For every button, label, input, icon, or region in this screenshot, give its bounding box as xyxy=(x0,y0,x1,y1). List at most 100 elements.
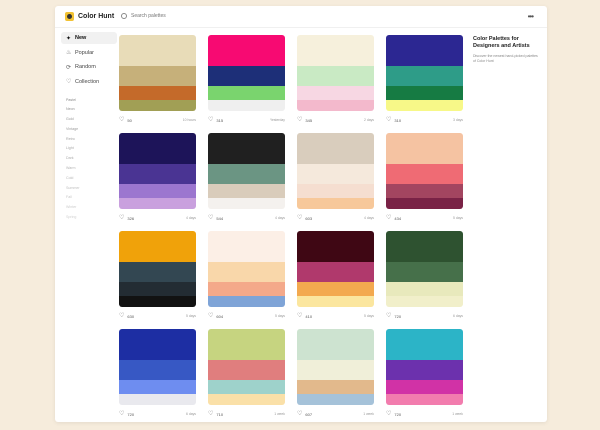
color-swatch[interactable] xyxy=(119,329,196,360)
logo[interactable]: Color Hunt xyxy=(65,12,114,21)
color-swatch[interactable] xyxy=(386,231,463,262)
color-swatch[interactable] xyxy=(297,262,374,282)
tag-link[interactable]: Neon xyxy=(66,105,117,115)
color-swatch[interactable] xyxy=(297,164,374,184)
like-button[interactable]: ♡ 310 xyxy=(386,117,401,123)
sidebar-item-new[interactable]: ✦ New xyxy=(61,32,117,44)
tag-link[interactable]: Warm xyxy=(66,164,117,174)
like-button[interactable]: ♡ 720 xyxy=(119,411,134,417)
color-swatch[interactable] xyxy=(119,184,196,198)
like-button[interactable]: ♡ 710 xyxy=(208,411,223,417)
palette[interactable] xyxy=(119,329,196,405)
color-swatch[interactable] xyxy=(386,66,463,86)
color-swatch[interactable] xyxy=(386,198,463,209)
like-button[interactable]: ♡ 720 xyxy=(386,411,401,417)
color-swatch[interactable] xyxy=(208,86,285,100)
color-swatch[interactable] xyxy=(119,296,196,307)
color-swatch[interactable] xyxy=(208,133,285,164)
color-swatch[interactable] xyxy=(119,86,196,100)
like-button[interactable]: ♡ 720 xyxy=(386,313,401,319)
like-button[interactable]: ♡ 607 xyxy=(297,411,312,417)
palette[interactable] xyxy=(386,35,463,111)
color-swatch[interactable] xyxy=(297,66,374,86)
color-swatch[interactable] xyxy=(119,133,196,164)
sidebar-item-random[interactable]: ⟳ Random xyxy=(61,61,117,73)
more-icon[interactable]: ••• xyxy=(528,12,534,21)
color-swatch[interactable] xyxy=(208,100,285,111)
color-swatch[interactable] xyxy=(386,329,463,360)
palette[interactable] xyxy=(119,35,196,111)
color-swatch[interactable] xyxy=(119,198,196,209)
color-swatch[interactable] xyxy=(208,231,285,262)
color-swatch[interactable] xyxy=(297,380,374,394)
color-swatch[interactable] xyxy=(297,296,374,307)
color-swatch[interactable] xyxy=(208,198,285,209)
like-button[interactable]: ♡ 345 xyxy=(297,117,312,123)
palette[interactable] xyxy=(386,231,463,307)
like-button[interactable]: ♡ 315 xyxy=(208,117,223,123)
palette[interactable] xyxy=(386,329,463,405)
color-swatch[interactable] xyxy=(297,329,374,360)
color-swatch[interactable] xyxy=(208,35,285,66)
tag-link[interactable]: Dark xyxy=(66,154,117,164)
color-swatch[interactable] xyxy=(297,231,374,262)
color-swatch[interactable] xyxy=(119,35,196,66)
tag-link[interactable]: Pastel xyxy=(66,96,117,106)
color-swatch[interactable] xyxy=(297,100,374,111)
sidebar-item-collection[interactable]: ♡ Collection xyxy=(61,76,117,88)
tag-link[interactable]: Winter xyxy=(66,203,117,213)
color-swatch[interactable] xyxy=(119,360,196,380)
color-swatch[interactable] xyxy=(119,66,196,86)
color-swatch[interactable] xyxy=(386,86,463,100)
color-swatch[interactable] xyxy=(208,296,285,307)
color-swatch[interactable] xyxy=(208,282,285,296)
color-swatch[interactable] xyxy=(208,164,285,184)
like-button[interactable]: ♡ 604 xyxy=(208,313,223,319)
palette[interactable] xyxy=(119,231,196,307)
color-swatch[interactable] xyxy=(208,380,285,394)
palette[interactable] xyxy=(208,329,285,405)
color-swatch[interactable] xyxy=(297,394,374,405)
color-swatch[interactable] xyxy=(386,35,463,66)
palette[interactable] xyxy=(386,133,463,209)
color-swatch[interactable] xyxy=(208,184,285,198)
tag-link[interactable]: Summer xyxy=(66,184,117,194)
like-button[interactable]: ♡ 434 xyxy=(386,215,401,221)
sidebar-item-popular[interactable]: ♨ Popular xyxy=(61,47,117,59)
tag-link[interactable]: Fall xyxy=(66,193,117,203)
color-swatch[interactable] xyxy=(297,198,374,209)
color-swatch[interactable] xyxy=(119,282,196,296)
color-swatch[interactable] xyxy=(386,133,463,164)
palette[interactable] xyxy=(208,35,285,111)
color-swatch[interactable] xyxy=(297,282,374,296)
color-swatch[interactable] xyxy=(208,329,285,360)
like-button[interactable]: ♡ 603 xyxy=(297,215,312,221)
color-swatch[interactable] xyxy=(297,184,374,198)
tag-link[interactable]: Spring xyxy=(66,213,117,223)
color-swatch[interactable] xyxy=(386,184,463,198)
palette[interactable] xyxy=(297,329,374,405)
like-button[interactable]: ♡ 50 xyxy=(119,117,132,123)
like-button[interactable]: ♡ 326 xyxy=(119,215,134,221)
color-swatch[interactable] xyxy=(208,360,285,380)
search-bar[interactable] xyxy=(121,13,251,19)
color-swatch[interactable] xyxy=(208,394,285,405)
color-swatch[interactable] xyxy=(119,380,196,394)
palette[interactable] xyxy=(297,133,374,209)
palette[interactable] xyxy=(297,35,374,111)
color-swatch[interactable] xyxy=(386,296,463,307)
color-swatch[interactable] xyxy=(208,66,285,86)
tag-link[interactable]: Retro xyxy=(66,135,117,145)
palette[interactable] xyxy=(208,231,285,307)
color-swatch[interactable] xyxy=(386,360,463,380)
tag-link[interactable]: Vintage xyxy=(66,125,117,135)
like-button[interactable]: ♡ 544 xyxy=(208,215,223,221)
color-swatch[interactable] xyxy=(386,394,463,405)
palette[interactable] xyxy=(297,231,374,307)
tag-link[interactable]: Gold xyxy=(66,115,117,125)
color-swatch[interactable] xyxy=(386,282,463,296)
like-button[interactable]: ♡ 630 xyxy=(119,313,134,319)
palette[interactable] xyxy=(119,133,196,209)
search-input[interactable] xyxy=(131,13,251,19)
color-swatch[interactable] xyxy=(119,231,196,262)
